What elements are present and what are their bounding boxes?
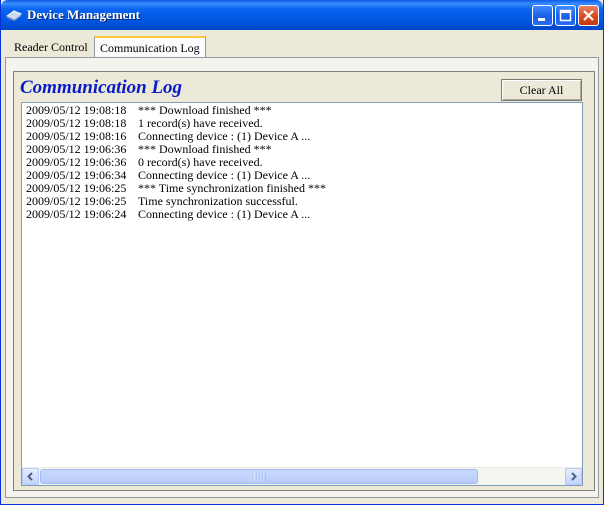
log-message: *** Time synchronization finished *** — [138, 181, 326, 195]
log-listbox[interactable]: 2009/05/12 19:08:18 *** Download finished… — [21, 102, 583, 486]
log-message: 1 record(s) have received. — [138, 116, 263, 130]
window-title: Device Management — [27, 7, 140, 22]
maximize-icon — [559, 9, 572, 22]
app-icon — [6, 10, 22, 21]
scroll-right-button[interactable] — [565, 468, 582, 485]
log-message: Connecting device : (1) Device A ... — [138, 129, 311, 143]
log-list: 2009/05/12 19:08:18 *** Download finished… — [26, 104, 326, 221]
log-time: 2009/05/12 19:06:24 — [26, 207, 127, 221]
maximize-button[interactable] — [555, 5, 576, 26]
chevron-left-icon — [27, 472, 33, 481]
minimize-icon — [538, 18, 545, 21]
log-row[interactable]: 2009/05/12 19:06:24 Connecting device : (… — [26, 208, 326, 221]
log-message: Connecting device : (1) Device A ... — [138, 168, 311, 182]
minimize-button[interactable] — [532, 5, 553, 26]
scroll-left-button[interactable] — [22, 468, 39, 485]
chevron-right-icon — [571, 472, 577, 481]
scroll-thumb[interactable] — [40, 469, 478, 484]
title-bar[interactable]: Device Management — [1, 0, 603, 30]
device-management-window: Device Management Reader Control Communi… — [0, 0, 604, 505]
log-message: Connecting device : (1) Device A ... — [138, 207, 311, 221]
log-message: *** Download finished *** — [138, 103, 272, 117]
horizontal-scrollbar[interactable] — [22, 467, 582, 485]
tab-communication-log[interactable]: Communication Log — [94, 36, 206, 57]
grip-icon — [254, 473, 266, 481]
close-icon — [583, 10, 594, 21]
log-message: *** Download finished *** — [138, 142, 272, 156]
page-title: Communication Log — [20, 77, 183, 98]
log-message: Time synchronization successful. — [138, 194, 298, 208]
clear-all-button[interactable]: Clear All — [501, 79, 582, 101]
tab-reader-control[interactable]: Reader Control — [9, 38, 93, 57]
log-message: 0 record(s) have received. — [138, 155, 263, 169]
close-button[interactable] — [578, 5, 599, 26]
